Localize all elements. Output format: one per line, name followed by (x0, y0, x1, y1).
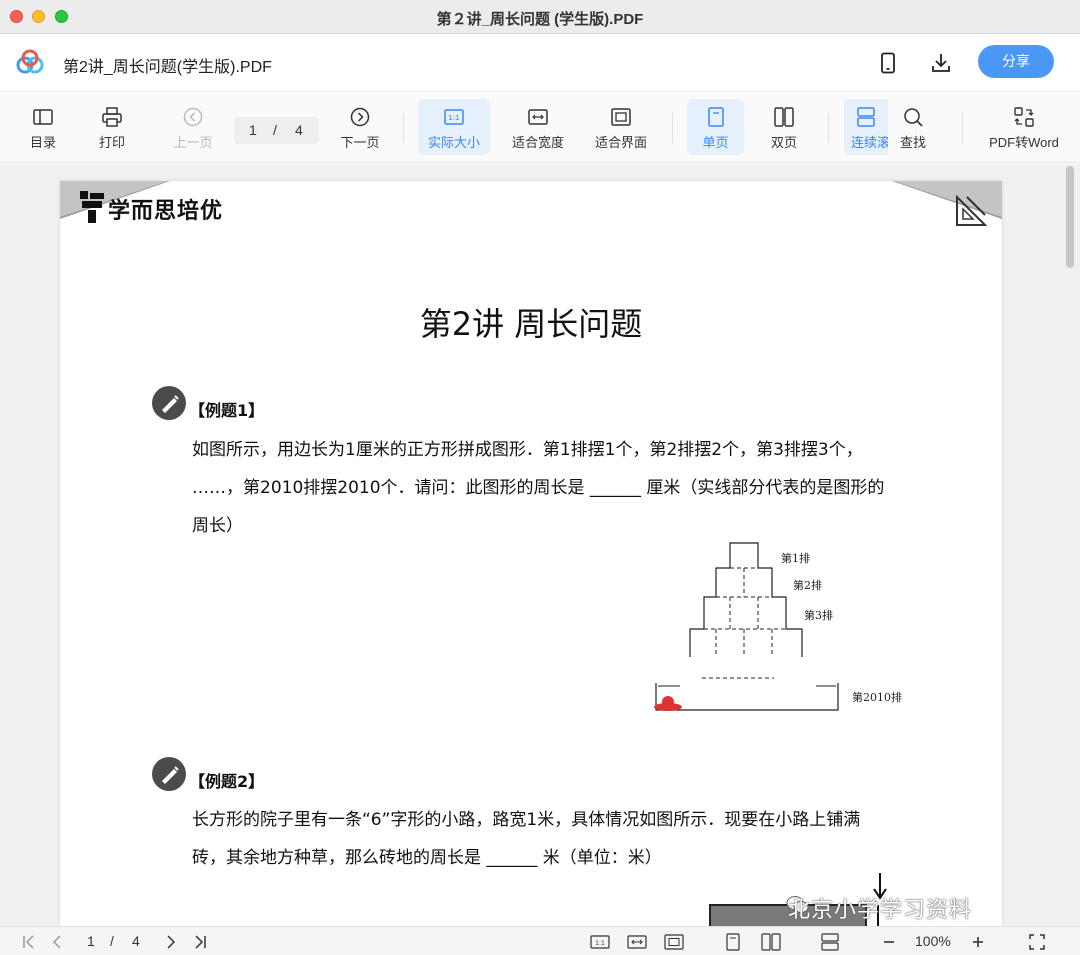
sidebar-icon (33, 109, 53, 125)
double-page-small-icon[interactable] (761, 933, 781, 951)
bottom-bar: 1 / 4 1:1 100% (0, 926, 1080, 955)
example2-label: 【例题2】 (189, 772, 265, 791)
actual-size-small-icon[interactable]: 1:1 (590, 933, 610, 951)
fit-page-small-icon[interactable] (664, 933, 684, 951)
toolbar: 目录 打印 上一页 1 / 4 下一页 1:1 实际大小 适合宽度 适合界面 单… (0, 93, 1080, 163)
brand-name: 学而思培优 (108, 199, 224, 224)
window-titlebar: 第２讲_周长问题 (学生版).PDF (0, 0, 1080, 34)
document-viewer[interactable]: 学而思培优 第2讲 周长问题 【例题1】 如图所示，用边长为1厘米的正方形拼成图… (0, 164, 1080, 926)
pencil-badge-icon (152, 386, 186, 420)
pencil-badge-icon (152, 757, 186, 791)
example1-line3: 周长） (192, 516, 243, 536)
pdf-to-word-button[interactable]: PDF转Word (982, 99, 1066, 155)
pdf-page: 学而思培优 第2讲 周长问题 【例题1】 如图所示，用边长为1厘米的正方形拼成图… (60, 181, 1002, 926)
app-header: 第2讲_周长问题(学生版).PDF 分享 (0, 34, 1080, 92)
example1-line1: 如图所示，用边长为1厘米的正方形拼成图形．第1排摆1个，第2排摆2个，第3排摆3… (192, 440, 863, 460)
continuous-scroll-button[interactable]: 连续滚 (844, 99, 888, 155)
next-page-button[interactable]: 下一页 (334, 99, 386, 155)
prev-page-button[interactable]: 上一页 (167, 99, 219, 155)
svg-text:1:1: 1:1 (595, 940, 605, 947)
convert-icon (1014, 107, 1034, 127)
first-page-icon[interactable] (20, 933, 38, 951)
fit-page-button[interactable]: 适合界面 (586, 99, 656, 155)
example1-line2: ……，第2010排摆2010个．请问：此图形的周长是 ______ 厘米（实线部… (192, 478, 885, 498)
row2-label: 第2排 (793, 579, 822, 592)
zoom-level[interactable]: 100% (915, 933, 951, 949)
page-number-field[interactable]: 1 / 4 (234, 117, 319, 144)
row1-label: 第1排 (781, 552, 810, 565)
app-logo-icon (16, 49, 44, 74)
chevron-left-circle-icon (183, 107, 203, 127)
next-page-icon[interactable] (162, 933, 180, 951)
find-button[interactable]: 查找 (890, 99, 936, 155)
fit-width-icon (528, 109, 548, 125)
bottom-page-separator: / (110, 933, 114, 949)
double-page-icon (774, 107, 794, 127)
zoom-in-icon[interactable] (969, 933, 987, 951)
download-icon[interactable] (929, 51, 953, 75)
window-title: 第２讲_周长问题 (学生版).PDF (436, 11, 644, 28)
page-current: 1 (249, 122, 257, 138)
vertical-scrollbar[interactable] (1064, 164, 1076, 926)
watermark-text: 北京小学学习资料 (788, 898, 973, 923)
brand-logo-icon (80, 191, 104, 223)
row3-label: 第3排 (804, 609, 833, 622)
page-total: 4 (295, 122, 303, 138)
print-button[interactable]: 打印 (89, 99, 135, 155)
single-page-button[interactable]: 单页 (687, 99, 744, 155)
example2-line2: 砖，其余地方种草，那么砖地的周长是 ______ 米（单位：米） (192, 848, 662, 868)
bottom-page-total: 4 (132, 933, 140, 949)
actual-size-icon: 1:1 (444, 109, 464, 125)
zoom-out-icon[interactable] (880, 933, 898, 951)
row2010-label: 第2010排 (852, 691, 902, 704)
prev-page-icon[interactable] (48, 933, 66, 951)
double-page-button[interactable]: 双页 (758, 99, 810, 155)
fit-page-icon (611, 108, 631, 126)
printer-icon (102, 107, 122, 127)
bottom-page-current[interactable]: 1 (87, 933, 95, 949)
last-page-icon[interactable] (191, 933, 209, 951)
single-page-small-icon[interactable] (724, 933, 742, 951)
share-button[interactable]: 分享 (978, 45, 1054, 78)
single-page-icon (707, 107, 724, 127)
actual-size-button[interactable]: 1:1 实际大小 (418, 99, 490, 155)
document-name: 第2讲_周长问题(学生版).PDF (63, 59, 272, 76)
search-icon (904, 108, 923, 127)
svg-text:1:1: 1:1 (448, 114, 459, 122)
document-title: 第2讲 周长问题 (419, 305, 643, 343)
toolbar-divider (403, 113, 404, 143)
set-square-icon (956, 195, 987, 226)
continuous-scroll-icon (857, 107, 875, 127)
toolbar-divider (672, 113, 673, 143)
toc-button[interactable]: 目录 (20, 99, 66, 155)
page-separator: / (273, 122, 277, 138)
scrollbar-thumb[interactable] (1066, 166, 1074, 268)
chevron-right-circle-icon (350, 107, 370, 127)
toolbar-divider (962, 113, 963, 143)
continuous-small-icon[interactable] (820, 933, 840, 951)
toolbar-divider (828, 113, 829, 143)
fit-width-small-icon[interactable] (627, 933, 647, 951)
phone-icon[interactable] (876, 51, 900, 75)
example1-label: 【例题1】 (189, 401, 265, 420)
fit-width-button[interactable]: 适合宽度 (503, 99, 573, 155)
example2-line1: 长方形的院子里有一条“6”字形的小路，路宽1米，具体情况如图所示．现要在小路上铺… (192, 810, 861, 830)
fullscreen-icon[interactable] (1028, 933, 1046, 951)
